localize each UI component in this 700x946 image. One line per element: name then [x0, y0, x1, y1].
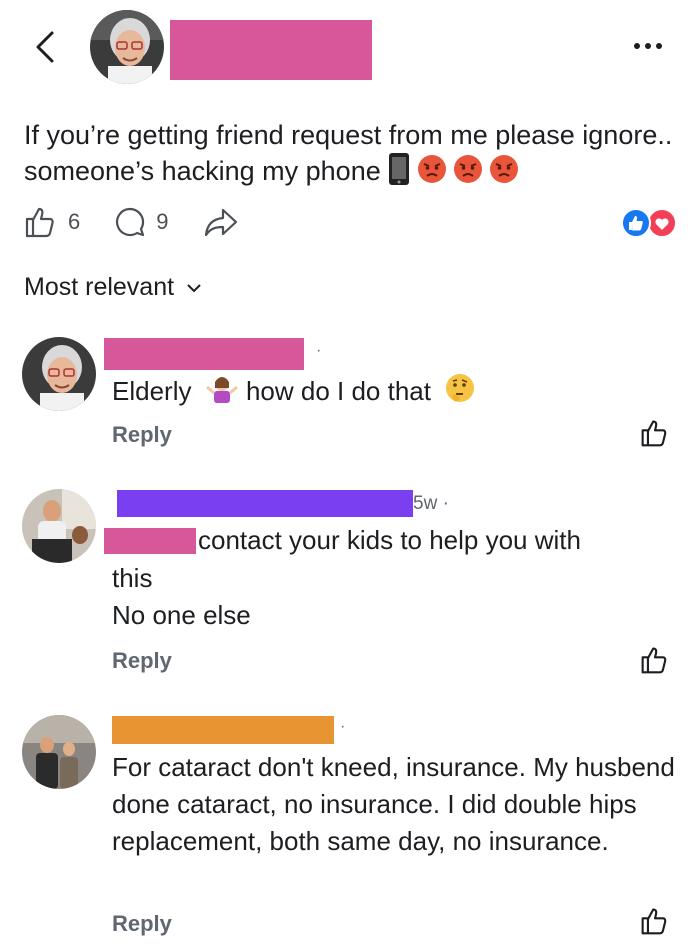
- thumbs-up-icon: [25, 207, 54, 238]
- comment-text-after: how do I do that: [245, 375, 431, 406]
- commenter-name-redaction: [117, 490, 413, 517]
- separator-dot: ·: [316, 342, 322, 359]
- elderly-woman-photo: [90, 10, 164, 84]
- comment-like-button[interactable]: [640, 418, 670, 448]
- commenter-avatar[interactable]: [22, 337, 96, 411]
- thumbs-up-icon: [641, 420, 667, 447]
- comment-text: Elderly how do I do that: [112, 372, 672, 414]
- comment-bubble-icon: [116, 207, 145, 237]
- commenter-avatar[interactable]: [22, 715, 96, 789]
- comment-count: 9: [156, 209, 169, 234]
- man-photo: [22, 489, 96, 563]
- couple-photo: [22, 715, 96, 789]
- commenter-avatar[interactable]: [22, 489, 96, 563]
- comment-button[interactable]: 9: [114, 206, 169, 238]
- reply-button[interactable]: Reply: [112, 911, 172, 937]
- post-text: If you’re getting friend request from me…: [24, 118, 674, 194]
- like-count: 6: [68, 209, 81, 234]
- mobile-phone-emoji: [387, 152, 411, 194]
- back-button[interactable]: [30, 30, 60, 64]
- comment-like-button[interactable]: [640, 906, 670, 936]
- reaction-summary[interactable]: [618, 207, 680, 239]
- dot-icon: [645, 43, 651, 49]
- more-options-button[interactable]: [634, 36, 674, 56]
- reply-button[interactable]: Reply: [112, 422, 172, 448]
- thinking-face-emoji: [444, 372, 476, 414]
- angry-face-emoji: [417, 154, 447, 192]
- dot-icon: [656, 43, 662, 49]
- commenter-name-redaction: [112, 716, 334, 744]
- chevron-left-icon: [36, 31, 54, 63]
- separator-dot: ·: [340, 718, 346, 735]
- poster-avatar[interactable]: [90, 10, 164, 84]
- post-actions: 6 9: [24, 202, 273, 242]
- woman-shrugging-emoji: [205, 373, 239, 413]
- commenter-name-redaction: [104, 338, 304, 370]
- like-button[interactable]: 6: [24, 205, 80, 239]
- comment-like-button[interactable]: [640, 645, 670, 675]
- reply-button[interactable]: Reply: [112, 648, 172, 674]
- sort-label: Most relevant: [24, 273, 175, 301]
- angry-face-emoji: [453, 154, 483, 192]
- poster-name-redaction: [170, 20, 372, 80]
- elderly-woman-photo: [22, 337, 96, 411]
- tagged-name-redaction: [104, 528, 196, 554]
- share-button[interactable]: [203, 206, 239, 238]
- thumbs-up-icon: [641, 908, 667, 935]
- comment-line-1: contact your kids to help you with: [198, 525, 581, 555]
- angry-face-emoji: [489, 154, 519, 192]
- comment-text: For cataract don't kneed, insurance. My …: [112, 752, 675, 856]
- dot-icon: [634, 43, 640, 49]
- comment-line-3: No one else: [112, 600, 251, 630]
- comment-text-before: Elderly: [112, 375, 192, 406]
- post-body: If you’re getting friend request from me…: [24, 120, 673, 187]
- comment-timestamp: 5w ·: [413, 493, 449, 514]
- thumbs-up-icon: [641, 647, 667, 674]
- comment-sort-dropdown[interactable]: Most relevant: [24, 273, 202, 302]
- comment-line-2: this: [112, 563, 153, 593]
- share-arrow-icon: [204, 208, 237, 237]
- chevron-down-icon: [187, 283, 201, 292]
